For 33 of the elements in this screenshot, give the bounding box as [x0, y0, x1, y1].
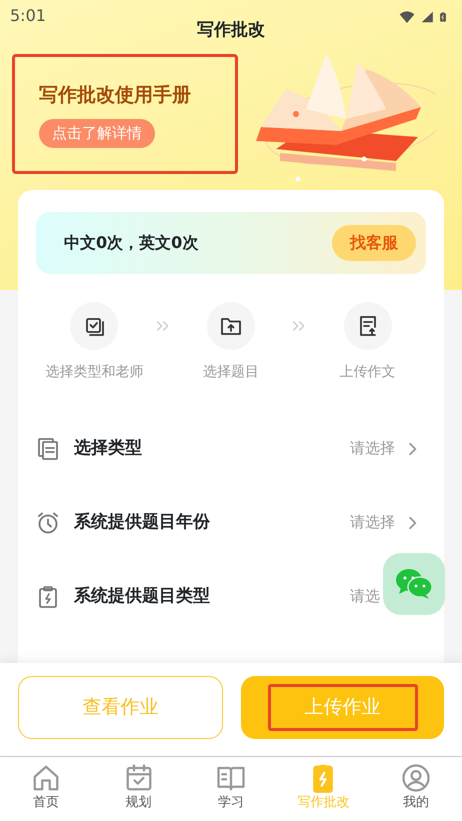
view-button[interactable]: 查看作业	[18, 676, 223, 739]
customer-service-button[interactable]: 找客服	[332, 224, 416, 260]
row-value[interactable]: 请选择	[350, 439, 395, 458]
chat-bubbles-icon	[395, 568, 433, 600]
banner-title: 写作批改使用手册	[39, 82, 192, 108]
highlight-frame: 上传作业	[268, 684, 418, 731]
tab[interactable]: 我的	[370, 757, 462, 821]
tab[interactable]: 写作批改	[277, 757, 370, 821]
user-icon	[400, 763, 431, 793]
row-label[interactable]: 系统提供题目年份	[74, 510, 350, 536]
quota-text: 中文0次，英文0次	[64, 232, 198, 254]
row-value[interactable]: 请选择	[350, 513, 395, 532]
row-value[interactable]: 请选	[350, 587, 380, 606]
row-label[interactable]: 选择类型	[74, 436, 350, 462]
upload-button[interactable]: 上传作业	[241, 676, 444, 739]
home-icon	[31, 763, 62, 793]
alarm-clock-icon	[36, 510, 60, 534]
step-label: 选择题目	[203, 362, 259, 382]
clipboard-bolt-icon	[36, 584, 60, 608]
signal-icon	[420, 9, 434, 25]
details-button[interactable]: 点击了解详情	[39, 119, 155, 148]
wifi-icon	[398, 9, 416, 25]
document-icon	[36, 436, 60, 460]
step-label: 上传作文	[340, 362, 396, 382]
status-time: 5:01	[10, 5, 46, 27]
tab[interactable]: 首页	[0, 757, 92, 821]
tab[interactable]: 规划	[92, 757, 185, 821]
calendar-check-icon	[124, 763, 154, 793]
wechat-chat-button[interactable]	[383, 553, 445, 615]
page-title: 写作批改	[196, 19, 266, 42]
row-label[interactable]: 系统提供题目类型	[74, 584, 350, 610]
tab[interactable]: 学习	[184, 757, 278, 821]
step-label: 选择类型和老师	[45, 362, 144, 382]
